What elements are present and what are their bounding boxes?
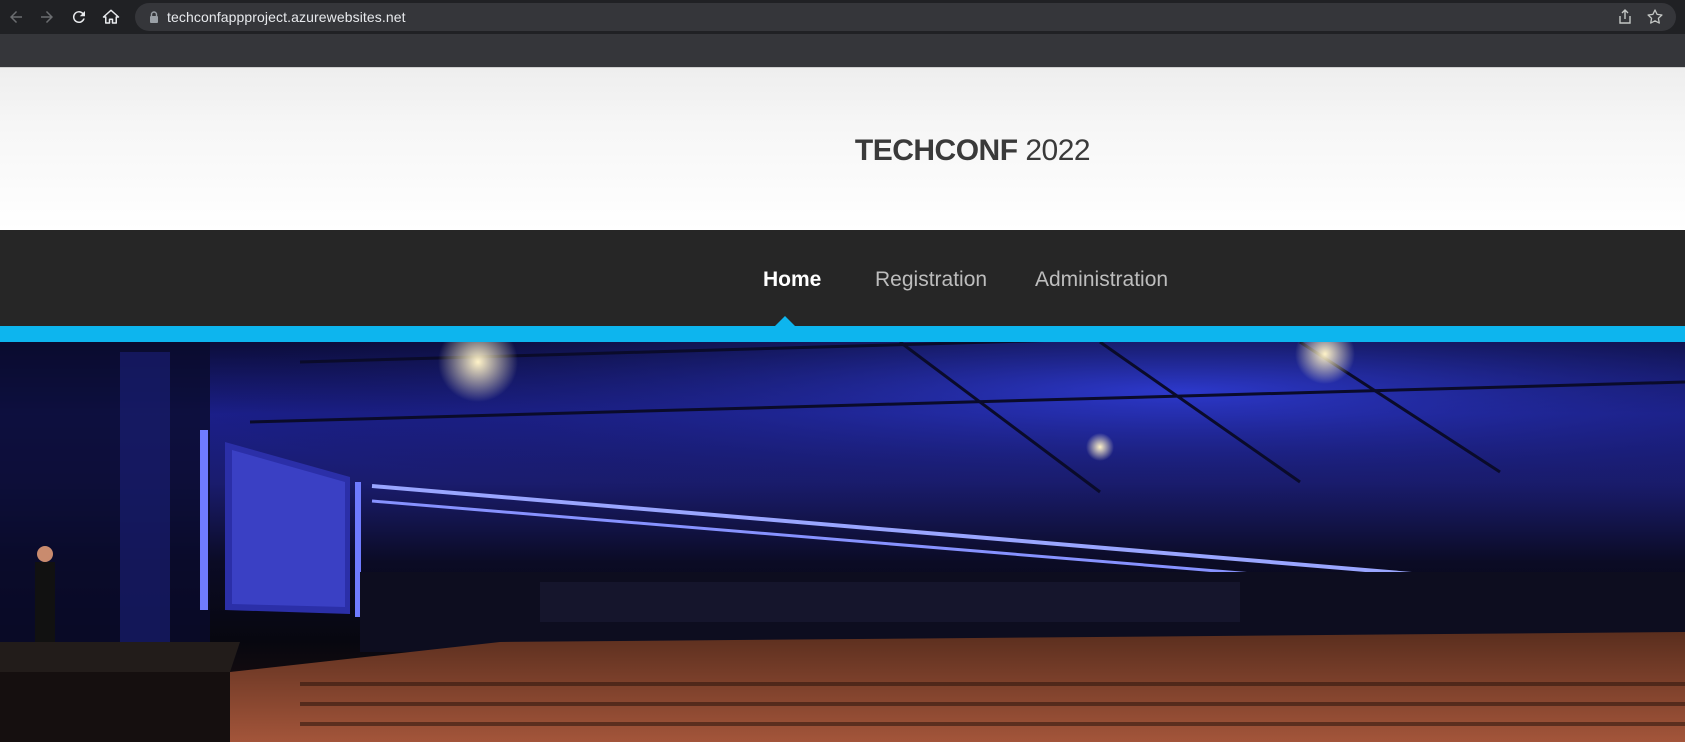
accent-bar	[0, 326, 1685, 342]
bookmark-star-icon[interactable]	[1646, 8, 1664, 26]
nav-item-home[interactable]: Home	[763, 268, 821, 292]
home-icon[interactable]	[99, 5, 123, 29]
active-nav-indicator	[775, 316, 795, 326]
bookmarks-bar	[0, 34, 1685, 67]
hero-image	[0, 342, 1685, 742]
brand-name: TECHCONF	[854, 134, 1018, 167]
nav-item-registration[interactable]: Registration	[875, 268, 987, 292]
nav-item-administration[interactable]: Administration	[1035, 268, 1168, 292]
share-icon[interactable]	[1616, 8, 1634, 26]
browser-toolbar: techconfappproject.azurewebsites.net	[0, 0, 1685, 34]
web-page: TECHCONF 2022 Home Registration Administ…	[0, 67, 1685, 742]
site-header: TECHCONF 2022	[0, 67, 1685, 230]
lock-icon	[147, 10, 161, 24]
browser-chrome: techconfappproject.azurewebsites.net	[0, 0, 1685, 67]
site-brand[interactable]: TECHCONF 2022	[0, 134, 1685, 168]
main-navbar: Home Registration Administration	[0, 230, 1685, 326]
back-icon[interactable]	[4, 5, 28, 29]
conference-hall-photo	[0, 342, 1685, 742]
url-text: techconfappproject.azurewebsites.net	[167, 9, 406, 25]
brand-year: 2022	[1025, 134, 1091, 167]
reload-icon[interactable]	[67, 5, 91, 29]
forward-icon[interactable]	[35, 5, 59, 29]
address-bar[interactable]: techconfappproject.azurewebsites.net	[135, 3, 1676, 31]
